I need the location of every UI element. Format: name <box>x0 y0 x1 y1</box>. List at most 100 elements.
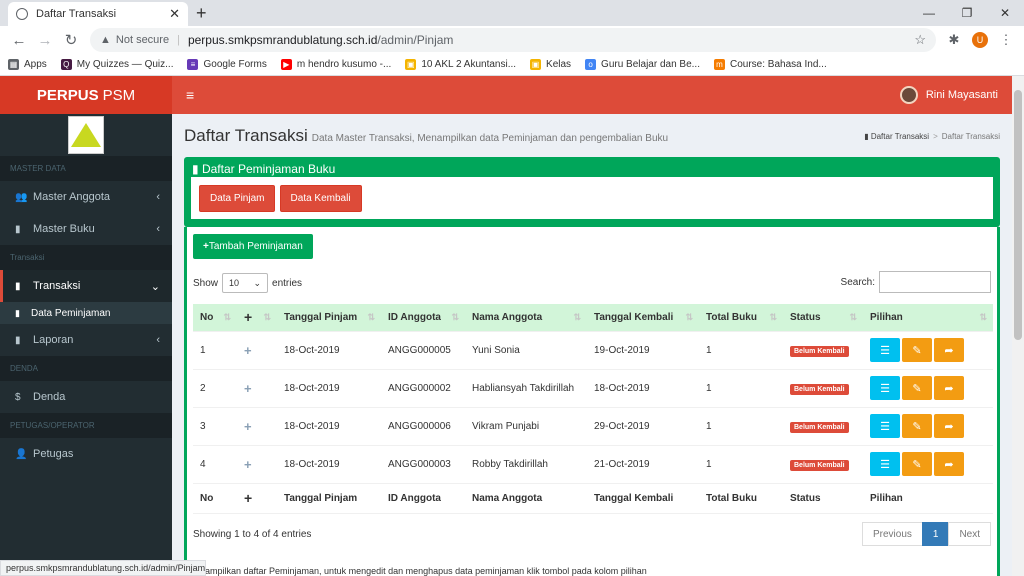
data-kembali-button[interactable]: Data Kembali <box>279 185 362 212</box>
return-share-button[interactable]: ➦ <box>934 452 964 476</box>
forward-button[interactable]: → <box>32 32 58 49</box>
cell-id-anggota: ANGG000002 <box>381 369 465 408</box>
cell-status: Belum Kembali <box>783 369 863 408</box>
sidebar-item-master-buku[interactable]: ▮ Master Buku ‹ <box>0 213 172 245</box>
table-search: Search: <box>841 271 991 293</box>
footer-col-total-buku: Total Buku <box>699 483 783 514</box>
return-share-button[interactable]: ➦ <box>934 338 964 362</box>
entries-select[interactable]: 10 ⌄ <box>222 273 269 293</box>
bookmark-star-icon[interactable]: ☆ <box>914 32 926 48</box>
edit-button[interactable]: ✎ <box>902 338 932 362</box>
cell-id-anggota: ANGG000006 <box>381 407 465 446</box>
bookmark-quizizz[interactable]: Q My Quizzes — Quiz... <box>60 59 173 70</box>
sidebar-toggle-icon[interactable]: ≡ <box>186 87 194 103</box>
bookmark-google-forms[interactable]: ≡ Google Forms <box>187 59 267 70</box>
bookmark-course[interactable]: m Course: Bahasa Ind... <box>714 59 827 70</box>
page-1-button[interactable]: 1 <box>921 522 950 546</box>
bookmark-label: Google Forms <box>203 59 267 70</box>
footnote-text: ampilkan daftar Peminjaman, untuk menged… <box>205 566 647 576</box>
page-scrollbar[interactable] <box>1012 76 1024 576</box>
return-share-button[interactable]: ➦ <box>934 376 964 400</box>
col-tanggal-pinjam[interactable]: Tanggal Pinjam ⇅ <box>277 304 381 332</box>
data-pinjam-button[interactable]: Data Pinjam <box>199 185 276 212</box>
footer-col-id-anggota: ID Anggota <box>381 483 465 514</box>
bookmark-guru-belajar[interactable]: o Guru Belajar dan Be... <box>585 59 700 70</box>
sidebar-item-transaksi[interactable]: ▮ Transaksi ⌄ <box>0 270 172 302</box>
bookmark-kelas[interactable]: ▣ Kelas <box>530 59 571 70</box>
extensions-icon[interactable]: ✱ <box>942 32 966 48</box>
header-label: + <box>244 309 253 326</box>
expand-plus-icon[interactable]: + <box>244 419 252 434</box>
bookmark-youtube[interactable]: ▶ m hendro kusumo -... <box>280 59 391 70</box>
reload-button[interactable]: ↻ <box>58 31 84 49</box>
menu-kebab-icon[interactable]: ⋮ <box>994 32 1018 48</box>
sidebar-item-laporan[interactable]: ▮ Laporan ‹ <box>0 324 172 356</box>
close-window-button[interactable]: ✕ <box>986 0 1024 26</box>
omnibox[interactable]: ▲ Not secure | perpus.smkpsmrandublatung… <box>90 28 936 52</box>
sidebar-item-denda[interactable]: $ Denda <box>0 381 172 413</box>
col-total-buku[interactable]: Total Buku ⇅ <box>699 304 783 332</box>
footer-col-no: No <box>193 483 237 514</box>
sort-icon: ⇅ <box>451 312 459 322</box>
table-row: 1 + 18-Oct-2019 ANGG000005 Yuni Sonia 19… <box>193 331 993 370</box>
tambah-peminjaman-button[interactable]: +Tambah Peminjaman <box>193 234 313 259</box>
app-logo[interactable]: PERPUS PSM <box>0 76 172 114</box>
detail-list-button[interactable]: ☰ <box>870 376 900 400</box>
new-tab-button[interactable]: + <box>196 3 207 24</box>
book-icon: ▮ <box>864 132 871 141</box>
edit-button[interactable]: ✎ <box>902 376 932 400</box>
col-tanggal-kembali[interactable]: Tanggal Kembali ⇅ <box>587 304 699 332</box>
cell-expand[interactable]: + <box>237 445 277 484</box>
col-no[interactable]: No ⇅ <box>193 304 237 332</box>
detail-list-button[interactable]: ☰ <box>870 338 900 362</box>
table-row: 3 + 18-Oct-2019 ANGG000006 Vikram Punjab… <box>193 407 993 446</box>
status-badge: Belum Kembali <box>790 459 849 471</box>
detail-list-button[interactable]: ☰ <box>870 414 900 438</box>
expand-plus-icon[interactable]: + <box>244 381 252 396</box>
sidebar-item-master-anggota[interactable]: 👥 Master Anggota ‹ <box>0 181 172 213</box>
peminjaman-table: No ⇅ + ⇅ Tanggal Pinjam ⇅ ID Anggota ⇅ Nama … <box>193 304 993 514</box>
back-button[interactable]: ← <box>6 32 32 49</box>
scrollbar-thumb[interactable] <box>1014 90 1022 340</box>
maximize-button[interactable]: ❐ <box>948 0 986 26</box>
search-input[interactable] <box>879 271 991 293</box>
sidebar-item-petugas[interactable]: 👤 Petugas <box>0 438 172 470</box>
sidebar-header-petugas: PETUGAS/OPERATOR <box>0 413 172 438</box>
edit-button[interactable]: ✎ <box>902 452 932 476</box>
expand-plus-icon[interactable]: + <box>244 457 252 472</box>
return-share-button[interactable]: ➦ <box>934 414 964 438</box>
cell-tanggal-kembali: 18-Oct-2019 <box>587 369 699 408</box>
col-status[interactable]: Status ⇅ <box>783 304 863 332</box>
detail-list-button[interactable]: ☰ <box>870 452 900 476</box>
col-nama-anggota[interactable]: Nama Anggota ⇅ <box>465 304 587 332</box>
profile-avatar[interactable]: U <box>972 32 988 48</box>
cell-total-buku: 1 <box>699 445 783 484</box>
sidebar-subitem-data-peminjaman[interactable]: ▮ Data Peminjaman <box>0 302 172 324</box>
cell-pilihan: ☰ ✎ ➦ <box>863 331 993 370</box>
cell-expand[interactable]: + <box>237 369 277 408</box>
school-emblem <box>68 116 104 154</box>
edit-button[interactable]: ✎ <box>902 414 932 438</box>
browser-tab[interactable]: Daftar Transaksi ✕ <box>8 2 188 26</box>
footer-col-status: Status <box>783 483 863 514</box>
header-label: Pilihan <box>870 311 903 323</box>
minimize-button[interactable]: — <box>910 0 948 26</box>
cell-tanggal-pinjam: 18-Oct-2019 <box>277 369 381 408</box>
bookmark-classroom-akl[interactable]: ▣ 10 AKL 2 Akuntansi... <box>405 59 516 70</box>
col-plus[interactable]: + ⇅ <box>237 304 277 332</box>
close-tab-icon[interactable]: ✕ <box>169 6 180 22</box>
col-pilihan[interactable]: Pilihan ⇅ <box>863 304 993 332</box>
bookmark-apps[interactable]: ▦ Apps <box>8 59 47 70</box>
cell-expand[interactable]: + <box>237 407 277 446</box>
expand-plus-icon[interactable]: + <box>244 343 252 358</box>
cell-nama-anggota: Yuni Sonia <box>465 331 587 370</box>
cell-expand[interactable]: + <box>237 331 277 370</box>
forms-icon: ≡ <box>187 59 199 70</box>
col-id-anggota[interactable]: ID Anggota ⇅ <box>381 304 465 332</box>
breadcrumb-link[interactable]: Daftar Transaksi <box>871 132 929 141</box>
sidebar: MASTER DATA 👥 Master Anggota ‹ ▮ Master Buk… <box>0 114 172 576</box>
header-label: Total Buku <box>706 311 757 323</box>
previous-page-button[interactable]: Previous <box>861 522 923 546</box>
user-menu[interactable]: Rini Mayasanti <box>899 86 998 104</box>
next-page-button[interactable]: Next <box>948 522 991 546</box>
